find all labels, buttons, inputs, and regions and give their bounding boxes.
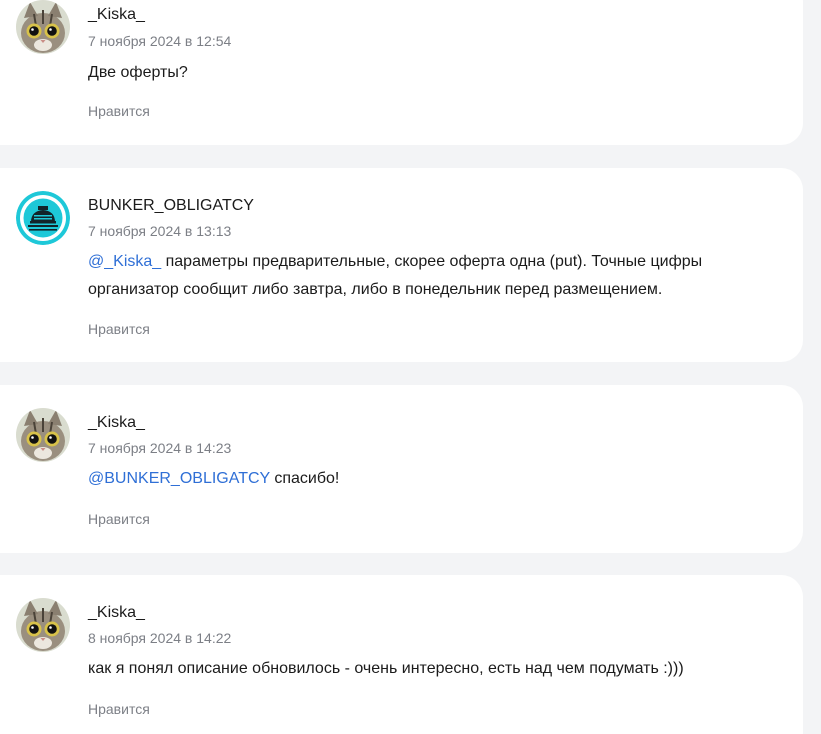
user-avatar-cat-icon[interactable] xyxy=(16,408,70,462)
like-button[interactable]: Нравится xyxy=(88,320,150,338)
comment-text: @BUNKER_OBLIGATCY спасибо! xyxy=(88,465,768,493)
user-avatar-cat-icon[interactable] xyxy=(16,598,70,652)
comment-body: как я понял описание обновилось - очень … xyxy=(88,660,684,677)
comment-card: _Kiska_ 7 ноября 2024 в 12:54 Две оферты… xyxy=(0,0,803,145)
user-avatar-bunker-icon[interactable] xyxy=(16,191,70,245)
comment-date: 7 ноября 2024 в 12:54 xyxy=(88,33,232,49)
like-button[interactable]: Нравится xyxy=(88,700,150,718)
comment-card: _Kiska_ 7 ноября 2024 в 14:23 @BUNKER_OB… xyxy=(0,385,803,553)
comment-author[interactable]: _Kiska_ xyxy=(88,413,145,433)
comment-card: BUNKER_OBLIGATCY 7 ноября 2024 в 13:13 @… xyxy=(0,168,803,362)
comment-body: спасибо! xyxy=(269,470,340,487)
comment-author[interactable]: BUNKER_OBLIGATCY xyxy=(88,196,254,216)
comment-text: как я понял описание обновилось - очень … xyxy=(88,655,768,683)
comment-body: параметры предварительные, скорее оферта… xyxy=(88,253,703,298)
comment-text: Две оферты? xyxy=(88,59,768,87)
comment-card: _Kiska_ 8 ноября 2024 в 14:22 как я поня… xyxy=(0,575,803,734)
comment-date: 7 ноября 2024 в 13:13 xyxy=(88,223,232,239)
like-button[interactable]: Нравится xyxy=(88,510,150,528)
comment-author[interactable]: _Kiska_ xyxy=(88,603,145,623)
user-avatar-cat-icon[interactable] xyxy=(16,0,70,54)
comment-body: Две оферты? xyxy=(88,64,188,81)
mention-link[interactable]: @_Kiska_ xyxy=(88,253,161,270)
comment-date: 8 ноября 2024 в 14:22 xyxy=(88,630,232,646)
comment-text: @_Kiska_ параметры предварительные, скор… xyxy=(88,248,768,304)
comments-feed: _Kiska_ 7 ноября 2024 в 12:54 Две оферты… xyxy=(0,0,821,734)
comment-date: 7 ноября 2024 в 14:23 xyxy=(88,440,232,456)
mention-link[interactable]: @BUNKER_OBLIGATCY xyxy=(88,470,270,487)
comment-author[interactable]: _Kiska_ xyxy=(88,5,145,25)
like-button[interactable]: Нравится xyxy=(88,102,150,120)
